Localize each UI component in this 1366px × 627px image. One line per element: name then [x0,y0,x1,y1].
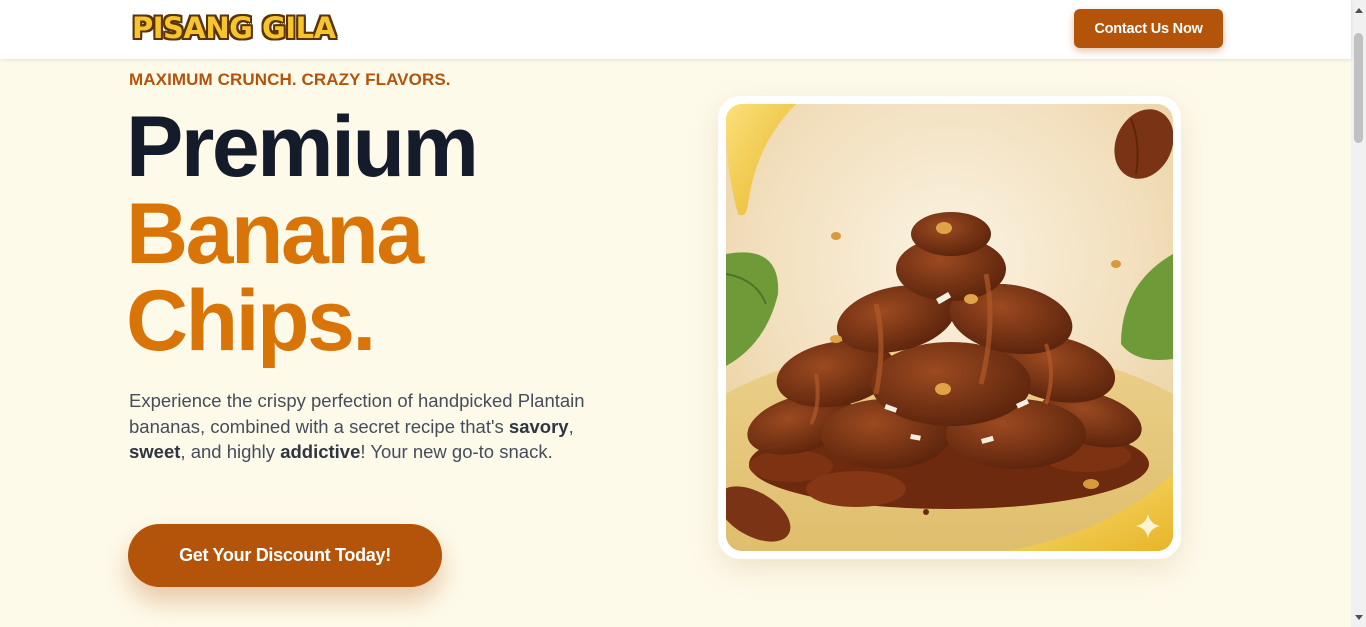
page-scrollbar[interactable] [1351,0,1366,627]
desc-bold-addictive: addictive [280,441,361,462]
desc-text: , and highly [180,441,281,462]
desc-text: ! Your new go-to snack. [360,441,553,462]
headline-line-1: Premium [126,99,479,195]
logo-text: PISANG GILA [132,11,336,45]
get-discount-button[interactable]: Get Your Discount Today! [128,524,442,587]
product-image-card [718,96,1181,559]
logo[interactable]: PISANG GILA [132,10,336,46]
contact-us-button[interactable]: Contact Us Now [1074,9,1223,48]
scroll-up-arrow-icon[interactable] [1351,4,1366,16]
product-image [726,104,1173,551]
scrollbar-thumb[interactable] [1354,33,1363,143]
hero-eyebrow: MAXIMUM CRUNCH. CRAZY FLAVORS. [129,70,451,89]
hero-headline: Premium Banana Chips. [126,99,479,369]
hero-description: Experience the crispy perfection of hand… [129,388,589,465]
site-header: PISANG GILA Contact Us Now [0,0,1351,59]
desc-bold-savory: savory [508,415,569,437]
headline-line-3: Chips. [126,273,376,369]
scroll-down-arrow-icon[interactable] [1351,611,1366,623]
desc-text: , [568,415,574,437]
headline-line-2: Banana [126,186,424,282]
desc-bold-sweet: sweet [129,441,181,462]
